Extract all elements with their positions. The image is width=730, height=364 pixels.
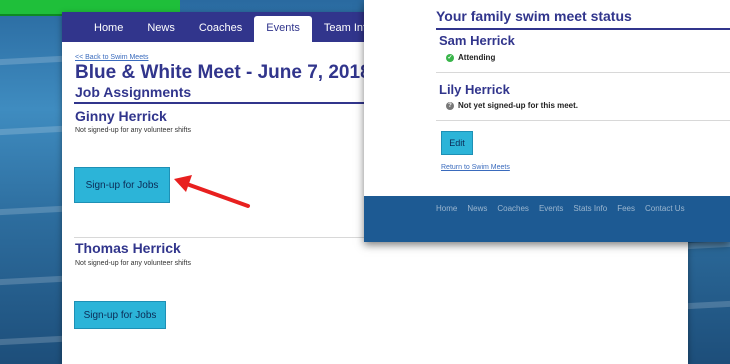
footer-news[interactable]: News <box>467 204 487 213</box>
title-divider <box>436 28 730 30</box>
nav-coaches[interactable]: Coaches <box>187 22 254 42</box>
nav-home[interactable]: Home <box>82 22 135 42</box>
member-divider <box>436 72 730 73</box>
family-status-title: Your family swim meet status <box>436 8 632 24</box>
footer-home[interactable]: Home <box>436 204 457 213</box>
meet-title: Blue & White Meet - June 7, 2018 <box>75 62 371 83</box>
check-circle-icon: ✓ <box>446 53 454 62</box>
volunteer-divider <box>74 237 364 238</box>
footer-nav: Home News Coaches Events Stats Info Fees… <box>436 204 685 213</box>
status-text: Attending <box>458 53 496 62</box>
footer-contact-us[interactable]: Contact Us <box>645 204 685 213</box>
nav-events[interactable]: Events <box>254 16 312 42</box>
volunteer-name: Ginny Herrick <box>75 108 167 124</box>
status-text: Not yet signed-up for this meet. <box>458 101 579 110</box>
red-arrow-icon <box>174 175 250 208</box>
volunteer-status: Not signed-up for any volunteer shifts <box>75 127 191 134</box>
family-member-name: Lily Herrick <box>439 82 510 97</box>
footer-coaches[interactable]: Coaches <box>497 204 529 213</box>
footer-events[interactable]: Events <box>539 204 563 213</box>
volunteer-name: Thomas Herrick <box>75 240 181 256</box>
sign-up-for-jobs-button[interactable]: Sign-up for Jobs <box>74 167 170 203</box>
footer-stats-info[interactable]: Stats Info <box>573 204 607 213</box>
member-divider <box>436 120 730 121</box>
back-to-swim-meets-link[interactable]: << Back to Swim Meets <box>75 54 149 61</box>
family-status-panel: Your family swim meet status Sam Herrick… <box>364 0 730 196</box>
family-member-status: ? Not yet signed-up for this meet. <box>446 101 578 110</box>
family-member-name: Sam Herrick <box>439 33 515 48</box>
question-circle-icon: ? <box>446 101 454 110</box>
family-member-status: ✓ Attending <box>446 53 495 62</box>
return-to-swim-meets-link[interactable]: Return to Swim Meets <box>441 164 510 171</box>
section-title: Job Assignments <box>75 84 192 100</box>
volunteer-status: Not signed-up for any volunteer shifts <box>75 260 191 267</box>
footer-fees[interactable]: Fees <box>617 204 635 213</box>
sign-up-for-jobs-button[interactable]: Sign-up for Jobs <box>74 301 166 329</box>
family-status-window: Your family swim meet status Sam Herrick… <box>364 0 730 242</box>
edit-button[interactable]: Edit <box>441 131 473 155</box>
section-divider <box>74 102 364 104</box>
nav-news[interactable]: News <box>135 22 187 42</box>
